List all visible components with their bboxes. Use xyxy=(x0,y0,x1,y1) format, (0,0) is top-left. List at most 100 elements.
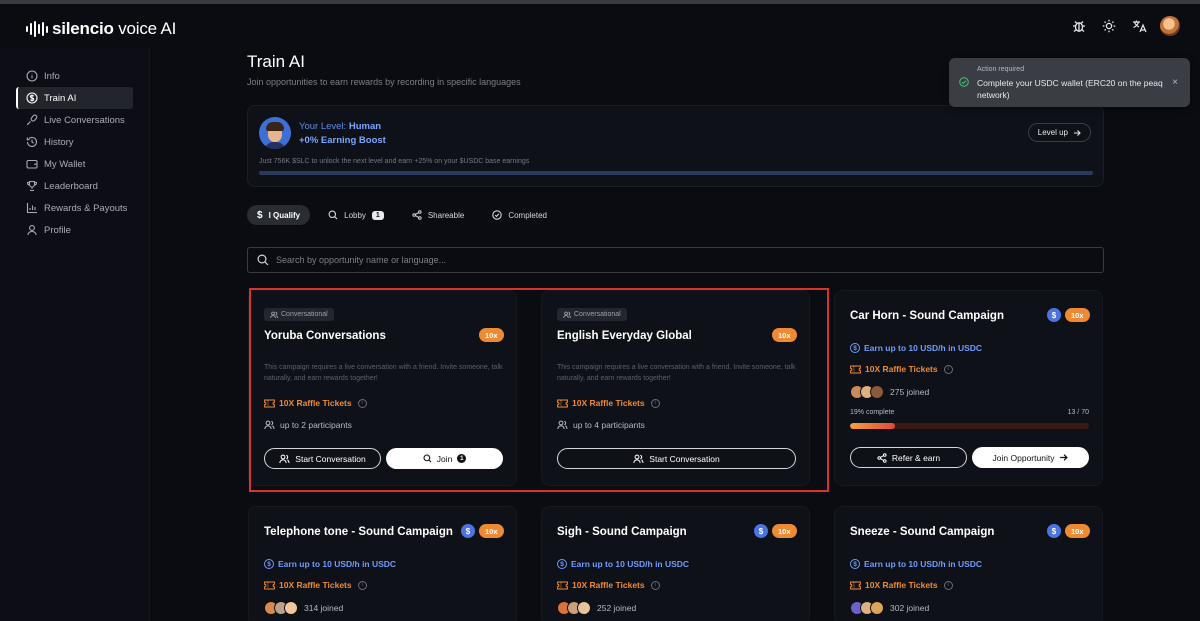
sidebar-item-live-conversations[interactable]: Live Conversations xyxy=(16,109,133,131)
earn-rate: $ Earn up to 10 USD/h in USDC xyxy=(850,343,982,353)
opportunity-card-sigh: Sigh - Sound Campaign $ 10x $ Earn up to… xyxy=(541,506,810,621)
sidebar-item-profile[interactable]: Profile xyxy=(16,219,133,241)
progress-labels: 19% complete 13 / 70 xyxy=(850,409,1089,416)
opportunity-card-telephone-tone: Telephone tone - Sound Campaign $ 10x $ … xyxy=(248,506,517,621)
ticket-icon xyxy=(264,581,275,589)
usdc-icon: $ xyxy=(754,524,768,538)
ticket-icon xyxy=(557,581,568,589)
sidebar-item-train-ai[interactable]: Train AI xyxy=(16,87,133,109)
boost-badge: 10x xyxy=(772,524,797,538)
dollar-circle-icon: $ xyxy=(850,559,860,569)
usdc-icon: $ xyxy=(1047,524,1061,538)
page-title: Train AI xyxy=(247,52,305,71)
sidebar-item-label: Rewards & Payouts xyxy=(44,202,128,214)
join-opportunity-button[interactable]: Join Opportunity xyxy=(972,447,1089,468)
user-avatar[interactable] xyxy=(1160,16,1180,36)
boost-badge: 10x xyxy=(1065,524,1090,538)
history-icon xyxy=(26,136,38,148)
earn-rate: $ Earn up to 10 USD/h in USDC xyxy=(850,559,982,569)
arrow-right-icon xyxy=(1074,129,1081,136)
sidebar: Info Train AI Live Conversations History… xyxy=(0,48,150,621)
soundwave-logo-icon xyxy=(26,21,48,37)
page-subtitle: Join opportunities to earn rewards by re… xyxy=(247,77,521,87)
info-icon[interactable]: i xyxy=(943,364,953,374)
sidebar-item-my-wallet[interactable]: My Wallet xyxy=(16,153,133,175)
sidebar-item-label: My Wallet xyxy=(44,158,86,170)
dollar-circle-icon: $ xyxy=(264,559,274,569)
progress-fill xyxy=(850,423,896,429)
brand-logo[interactable]: silencio voice AI xyxy=(26,19,176,39)
joined-count: 252 joined xyxy=(557,601,636,615)
sidebar-item-label: History xyxy=(44,136,74,148)
tab-completed[interactable]: Completed xyxy=(482,205,557,225)
level-progress-bar xyxy=(259,171,1093,175)
progress-percent: 19% complete xyxy=(850,409,895,416)
bar-chart-icon xyxy=(26,203,37,214)
raffle-tickets: 10X Raffle Tickets i xyxy=(557,580,660,590)
bug-icon[interactable] xyxy=(1070,17,1088,35)
raffle-tickets: 10X Raffle Tickets i xyxy=(850,364,953,374)
translate-icon[interactable] xyxy=(1130,17,1148,35)
info-icon xyxy=(26,70,38,82)
highlight-box xyxy=(249,288,829,492)
check-circle-icon xyxy=(959,77,969,87)
wallet-icon xyxy=(26,159,38,169)
sidebar-item-leaderboard[interactable]: Leaderboard xyxy=(16,175,133,197)
usdc-icon: $ xyxy=(1047,308,1061,322)
sidebar-item-history[interactable]: History xyxy=(16,131,133,153)
ticket-icon xyxy=(850,365,861,373)
sun-icon[interactable] xyxy=(1100,17,1118,35)
info-icon[interactable]: i xyxy=(357,580,367,590)
joined-count: 302 joined xyxy=(850,601,929,615)
microphone-icon xyxy=(26,114,38,126)
joined-count: 275 joined xyxy=(850,385,929,399)
close-icon[interactable]: × xyxy=(1172,77,1178,88)
refer-earn-button[interactable]: Refer & earn xyxy=(850,447,967,468)
raffle-tickets: 10X Raffle Tickets i xyxy=(264,580,367,590)
search-input[interactable]: Search by opportunity name or language..… xyxy=(247,247,1104,273)
joined-count: 314 joined xyxy=(264,601,343,615)
ticket-icon xyxy=(850,581,861,589)
earn-rate: $ Earn up to 10 USD/h in USDC xyxy=(557,559,689,569)
sidebar-item-label: Profile xyxy=(44,224,71,236)
level-up-button[interactable]: Level up xyxy=(1027,123,1091,142)
usdc-icon: $ xyxy=(461,524,475,538)
card-title: Car Horn - Sound Campaign xyxy=(850,310,1004,322)
tab-i-qualify[interactable]: $ I Qualify xyxy=(247,205,311,225)
sidebar-item-label: Info xyxy=(44,70,60,82)
earning-boost: +0% Earning Boost xyxy=(299,135,386,146)
participant-avatars xyxy=(850,385,884,399)
info-icon[interactable]: i xyxy=(650,580,660,590)
search-placeholder: Search by opportunity name or language..… xyxy=(276,255,447,265)
tab-lobby[interactable]: Lobby 1 xyxy=(318,205,394,225)
share-icon xyxy=(877,452,887,463)
tab-shareable[interactable]: Shareable xyxy=(402,205,474,225)
sidebar-item-info[interactable]: Info xyxy=(16,65,133,87)
brand-name: silencio voice AI xyxy=(52,19,177,38)
lobby-count-badge: 1 xyxy=(371,210,384,220)
app-header: silencio voice AI xyxy=(0,4,1200,48)
level-label: Your Level: Human xyxy=(299,121,382,132)
toast-heading: Action required xyxy=(977,66,1025,73)
progress-count: 13 / 70 xyxy=(1067,409,1089,416)
dollar-circle-icon: $ xyxy=(850,343,860,353)
check-circle-icon xyxy=(492,210,503,220)
search-icon xyxy=(328,210,338,220)
action-required-toast: Action required Complete your USDC walle… xyxy=(949,58,1190,107)
search-icon xyxy=(257,254,269,266)
dollar-circle-icon xyxy=(26,92,38,104)
level-note: Just 756K $SLC to unlock the next level … xyxy=(259,158,530,165)
sidebar-item-label: Train AI xyxy=(44,92,77,104)
earn-rate: $ Earn up to 10 USD/h in USDC xyxy=(264,559,396,569)
toast-message: Complete your USDC wallet (ERC20 on the … xyxy=(977,78,1163,100)
raffle-tickets: 10X Raffle Tickets i xyxy=(850,580,953,590)
sidebar-item-rewards-payouts[interactable]: Rewards & Payouts xyxy=(16,197,133,219)
sidebar-item-label: Leaderboard xyxy=(44,180,98,192)
dollar-circle-icon: $ xyxy=(557,559,567,569)
info-icon[interactable]: i xyxy=(943,580,953,590)
sidebar-nav: Info Train AI Live Conversations History… xyxy=(16,65,133,241)
sidebar-item-label: Live Conversations xyxy=(44,114,125,126)
boost-badge: 10x xyxy=(479,524,504,538)
user-icon xyxy=(27,225,37,236)
boost-badge: 10x xyxy=(1065,308,1090,322)
